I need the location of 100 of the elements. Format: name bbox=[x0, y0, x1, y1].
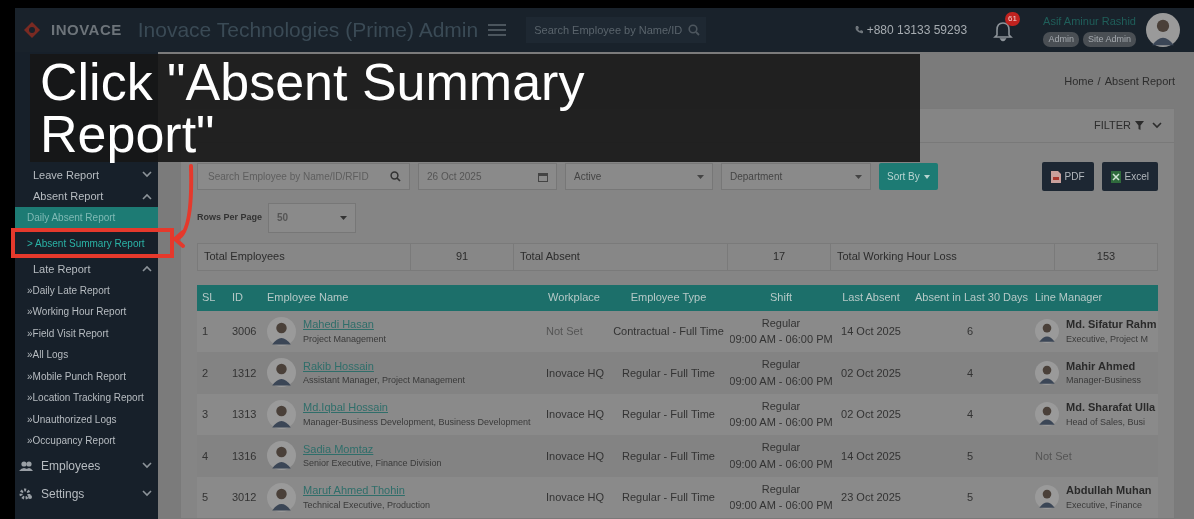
manager-designation: Executive, Project M bbox=[1066, 332, 1150, 346]
sidebar-item[interactable]: »Field Visit Report bbox=[15, 322, 158, 344]
table-cell: Inovace HQ bbox=[541, 393, 607, 435]
breadcrumb-current: Absent Report bbox=[1104, 74, 1175, 89]
sidebar-item[interactable]: »All Logs bbox=[15, 344, 158, 366]
sidebar-item[interactable]: »Occupancy Report bbox=[15, 430, 158, 452]
table-cell: 1312 bbox=[227, 352, 262, 394]
spreadsheet-icon bbox=[1110, 170, 1121, 183]
chevron-icon bbox=[142, 490, 152, 497]
column-header[interactable]: Shift bbox=[730, 284, 832, 311]
avatar bbox=[1035, 360, 1059, 385]
manager-designation: Head of Sales, Busi bbox=[1066, 415, 1147, 429]
caret-icon bbox=[697, 174, 704, 179]
sidebar-item[interactable]: Late Report bbox=[15, 258, 158, 280]
avatar bbox=[267, 482, 296, 512]
shift-name: Regular bbox=[761, 440, 801, 456]
table-cell: Regular - Full Time bbox=[607, 476, 730, 518]
manager-name: Abdullah Muhan bbox=[1066, 483, 1152, 499]
search-input[interactable]: Search Employee by Name/ID bbox=[532, 20, 689, 40]
table-cell: 3006 bbox=[227, 310, 262, 352]
export-button[interactable]: PDF bbox=[1041, 162, 1094, 191]
column-header[interactable]: Last Absent bbox=[832, 284, 910, 311]
caret-icon bbox=[340, 215, 348, 220]
sidebar-item[interactable]: > Absent Summary Report bbox=[15, 232, 158, 254]
employee-designation: Technical Executive, Production bbox=[303, 498, 431, 512]
caret-icon bbox=[855, 174, 862, 179]
manager-designation: Executive, Finance bbox=[1066, 498, 1144, 512]
table-cell: Inovace HQ bbox=[541, 352, 607, 394]
avatar bbox=[267, 441, 296, 471]
sort-button[interactable]: Sort By bbox=[879, 163, 938, 190]
column-header[interactable]: Absent in Last 30 Days bbox=[910, 284, 1030, 311]
chevron-icon bbox=[142, 171, 152, 179]
avatar bbox=[1035, 402, 1059, 427]
filter-icon bbox=[1135, 120, 1144, 130]
manager-designation: Manager-Business bbox=[1066, 374, 1142, 388]
avatar bbox=[1035, 319, 1059, 344]
notification-count: 61 bbox=[1005, 12, 1020, 26]
column-header[interactable]: Line Manager bbox=[1030, 284, 1158, 311]
column-header[interactable]: Employee Name bbox=[262, 284, 541, 311]
table-cell: 5 bbox=[910, 476, 1030, 518]
role-tag: Admin bbox=[1043, 31, 1079, 47]
summary-value: 91 bbox=[410, 243, 514, 270]
search-field[interactable]: Search Employee by Name/ID bbox=[526, 17, 707, 43]
shift-name: Regular bbox=[761, 398, 801, 414]
table-cell: 23 Oct 2025 bbox=[832, 476, 910, 518]
table-cell: Regular - Full Time bbox=[607, 393, 730, 435]
manager-name: Mahir Ahmed bbox=[1066, 358, 1137, 374]
table-cell: 1 bbox=[197, 310, 227, 352]
logo-icon bbox=[23, 21, 41, 39]
sidebar-item[interactable]: Employees bbox=[15, 451, 158, 480]
summary-label: Total Absent bbox=[513, 243, 728, 270]
shift-time: 09:00 AM - 06:00 PM bbox=[730, 332, 832, 348]
column-header[interactable]: SL bbox=[197, 284, 227, 311]
summary-value: 153 bbox=[1054, 243, 1158, 270]
search-icon bbox=[390, 171, 401, 182]
table-cell: 3 bbox=[197, 393, 227, 435]
chevron-icon bbox=[142, 462, 152, 469]
export-button[interactable]: Excel bbox=[1101, 162, 1158, 191]
breadcrumb-separator: / bbox=[1097, 74, 1101, 89]
shift-name: Regular bbox=[761, 481, 801, 497]
shift-time: 09:00 AM - 06:00 PM bbox=[730, 498, 832, 514]
breadcrumb-link[interactable]: Home bbox=[1064, 73, 1094, 90]
sidebar-item[interactable]: »Working Hour Report bbox=[15, 301, 158, 323]
bell-icon[interactable] bbox=[993, 19, 1014, 42]
table-cell: 3012 bbox=[227, 476, 262, 518]
summary-label: Total Employees bbox=[197, 243, 411, 270]
table-cell: 5 bbox=[197, 476, 227, 518]
pdf-icon bbox=[1050, 170, 1061, 183]
table-cell: 6 bbox=[910, 310, 1030, 352]
people-icon bbox=[19, 459, 33, 472]
avatar bbox=[267, 358, 296, 388]
user-name: Asif Aminur Rashid bbox=[1043, 14, 1136, 29]
sidebar-item[interactable]: »Unauthorized Logs bbox=[15, 408, 158, 430]
table-cell: 02 Oct 2025 bbox=[832, 352, 910, 394]
summary-label: Total Working Hour Loss bbox=[830, 243, 1055, 270]
sidebar-item[interactable]: »Location Tracking Report bbox=[15, 387, 158, 409]
sidebar-item[interactable]: Absent Report bbox=[15, 185, 158, 207]
sidebar-item[interactable]: Leave Report bbox=[15, 164, 158, 186]
shift-name: Regular bbox=[761, 357, 801, 373]
table-cell: 02 Oct 2025 bbox=[832, 393, 910, 435]
table-cell: 4 bbox=[910, 352, 1030, 394]
shift-time: 09:00 AM - 06:00 PM bbox=[730, 415, 832, 431]
employee-designation: Manager-Business Development, Business Development bbox=[303, 415, 531, 429]
column-header[interactable]: Workplace bbox=[541, 284, 607, 311]
chevron-icon bbox=[1152, 121, 1162, 129]
employee-designation: Project Management bbox=[303, 332, 387, 346]
shift-name: Regular bbox=[761, 315, 801, 331]
chevron-icon bbox=[142, 265, 152, 273]
sidebar-item[interactable]: Settings bbox=[15, 479, 158, 508]
filter-label: FILTER bbox=[1093, 117, 1131, 133]
department-select[interactable]: Department bbox=[721, 163, 871, 190]
avatar bbox=[267, 316, 296, 346]
calendar-icon bbox=[538, 171, 548, 182]
sidebar-item[interactable]: »Daily Late Report bbox=[15, 279, 158, 301]
sidebar-item[interactable]: »Mobile Punch Report bbox=[15, 365, 158, 387]
manager-name: Md. Sifatur Rahm bbox=[1066, 317, 1157, 333]
column-header[interactable]: ID bbox=[227, 284, 262, 311]
sidebar-item[interactable]: Daily Absent Report bbox=[15, 207, 158, 229]
status-select[interactable]: Active bbox=[565, 163, 713, 190]
column-header[interactable]: Employee Type bbox=[607, 284, 730, 311]
